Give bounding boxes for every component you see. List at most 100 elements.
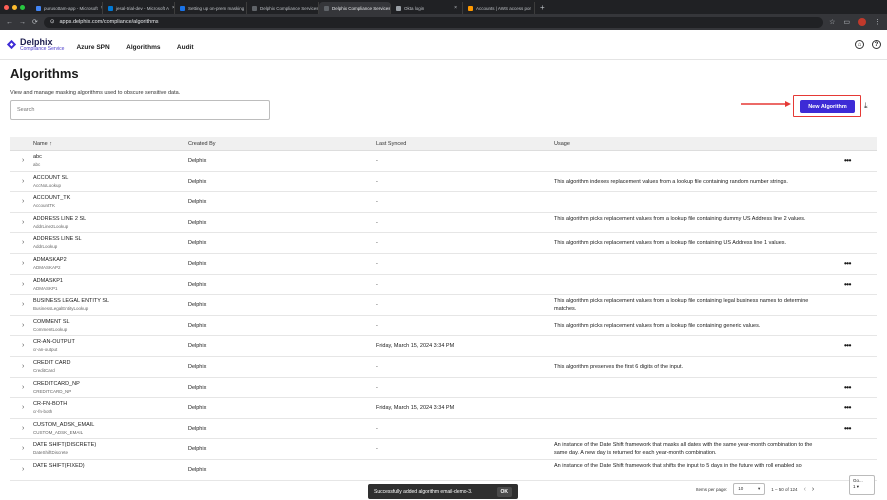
algorithm-key: AddrLine2Lookup [33, 223, 69, 229]
more-actions-icon[interactable]: ••• [844, 259, 851, 268]
more-actions-icon[interactable]: ••• [844, 403, 851, 412]
nav-azure-spn[interactable]: Azure SPN [76, 44, 109, 51]
site-info-icon[interactable]: ⊙ [50, 19, 55, 25]
sidebar-panel-icon[interactable]: ▭ [843, 18, 850, 26]
expand-row-chevron-icon[interactable]: › [22, 219, 24, 226]
table-row[interactable]: › CR-FN-BOTH cr-fn-both Delphix Friday, Marc… [10, 398, 877, 419]
expand-row-chevron-icon[interactable]: › [22, 301, 24, 308]
last-synced-cell: - [376, 178, 378, 185]
table-row[interactable]: › BUSINESS LEGAL ENTITY SL BusinessLegalEn… [10, 295, 877, 316]
forward-icon[interactable]: → [19, 19, 26, 26]
nav-algorithms[interactable]: Algorithms [126, 44, 160, 51]
browser-tab-bar: purusottam-app - Microsoft×jesal-trial-d… [0, 0, 887, 14]
expand-row-chevron-icon[interactable]: › [22, 260, 24, 267]
expand-row-chevron-icon[interactable]: › [22, 239, 24, 246]
expand-row-chevron-icon[interactable]: › [22, 425, 24, 432]
created-by-cell: Delphix [188, 466, 207, 473]
expand-row-chevron-icon[interactable]: › [22, 445, 24, 452]
expand-row-chevron-icon[interactable]: › [22, 178, 24, 185]
expand-row-chevron-icon[interactable]: › [22, 404, 24, 411]
more-actions-icon[interactable]: ••• [844, 156, 851, 165]
help-icon[interactable]: ? [872, 40, 881, 49]
expand-row-chevron-icon[interactable]: › [22, 363, 24, 370]
column-created-by-header[interactable]: Created By [188, 141, 216, 147]
account-circle-icon[interactable]: ⌂ [855, 40, 864, 49]
table-row[interactable]: › DATE SHIFT(DISCRETE) DateShiftDiscrete De… [10, 439, 877, 460]
created-by-cell: Delphix [188, 384, 207, 391]
column-name-header[interactable]: Name ↑ [33, 141, 52, 147]
more-actions-icon[interactable]: ••• [844, 383, 851, 392]
table-row[interactable]: › abc abc Delphix - ••• [10, 151, 877, 172]
browser-tab[interactable]: purusottam-app - Microsoft× [31, 2, 103, 14]
column-usage-header[interactable]: Usage [554, 141, 570, 147]
prev-page-icon[interactable]: ‹ [804, 486, 806, 493]
back-icon[interactable]: ← [6, 19, 13, 26]
more-actions-icon[interactable]: ••• [844, 424, 851, 433]
search-input[interactable] [17, 107, 263, 113]
table-row[interactable]: › CREDIT CARD CreditCard Delphix - This algor… [10, 357, 877, 378]
expand-row-chevron-icon[interactable]: › [22, 157, 24, 164]
next-page-icon[interactable]: › [812, 486, 814, 493]
new-algorithm-button[interactable]: New Algorithm [800, 100, 855, 113]
more-actions-icon[interactable]: ••• [844, 341, 851, 350]
table-row[interactable]: › ADMASKP1 ADMASKP1 Delphix - ••• [10, 275, 877, 296]
more-actions-icon[interactable]: ••• [844, 280, 851, 289]
browser-tab[interactable]: Delphix Compliance Services× [247, 2, 319, 14]
bookmark-star-icon[interactable]: ☆ [829, 18, 835, 26]
browser-tab[interactable]: Accounts | AWS access por× [463, 2, 535, 14]
expand-row-chevron-icon[interactable]: › [22, 281, 24, 288]
browser-tab[interactable]: jesal-trial-dev - Microsoft A × [103, 2, 175, 14]
reload-icon[interactable]: ⟳ [32, 18, 38, 26]
chevron-down-icon: ▾ [856, 484, 860, 490]
close-tab-icon[interactable]: × [454, 5, 457, 11]
algorithm-name: ACCOUNT SL [33, 174, 69, 181]
browser-tab[interactable]: Delphix Compliance Services× [319, 2, 391, 14]
new-tab-button[interactable]: + [535, 3, 545, 12]
algorithm-name: abc [33, 154, 42, 160]
table-row[interactable]: › ADMASKAP2 ADMASKAP2 Delphix - ••• [10, 254, 877, 275]
delphix-logo[interactable]: Delphix Compliance Service [6, 37, 64, 52]
close-window-icon[interactable] [4, 4, 9, 10]
algorithm-name: CR-AN-OUTPUT [33, 339, 75, 346]
expand-row-chevron-icon[interactable]: › [22, 322, 24, 329]
delphix-logo-icon [6, 39, 17, 50]
go-to-page-select[interactable]: Go... 1 ▾ [849, 475, 875, 495]
toast-ok-button[interactable]: OK [496, 486, 512, 497]
last-synced-cell: - [376, 425, 378, 432]
algorithm-key: CREDITCARD_NP [33, 388, 72, 394]
table-row[interactable]: › CUSTOM_ADSK_EMAIL CUSTOM_ADSK_EMAIL Delph… [10, 419, 877, 440]
created-by-cell: Delphix [188, 302, 207, 309]
minimize-window-icon[interactable] [12, 4, 17, 10]
expand-row-chevron-icon[interactable]: › [22, 198, 24, 205]
nav-audit[interactable]: Audit [177, 44, 194, 51]
table-row[interactable]: › COMMENT SL CommentLookup Delphix - This alg… [10, 316, 877, 337]
table-row[interactable]: › ADDRESS LINE 2 SL AddrLine2Lookup Delphix… [10, 213, 877, 234]
browser-profile-avatar[interactable] [858, 18, 866, 26]
usage-cell: This algorithm indexes replacement value… [554, 178, 788, 185]
browser-tab[interactable]: Setting up on-prem masking× [175, 2, 247, 14]
table-row[interactable]: › ACCOUNT_TK AccountTK Delphix - [10, 192, 877, 213]
column-last-synced-header[interactable]: Last Synced [376, 141, 406, 147]
maximize-window-icon[interactable] [20, 4, 25, 10]
last-synced-cell: - [376, 384, 378, 391]
algorithm-key: cr-an-output [33, 347, 58, 353]
algorithm-name: CR-FN-BOTH [33, 401, 68, 408]
table-row[interactable]: › DATE SHIFT(FIXED) Delphix An instance of … [10, 460, 877, 481]
expand-row-chevron-icon[interactable]: › [22, 466, 24, 473]
algorithm-key: CreditCard [33, 367, 55, 373]
table-row[interactable]: › CREDITCARD_NP CREDITCARD_NP Delphix - ••• [10, 378, 877, 399]
table-row[interactable]: › ADDRESS LINE SL AddrLookup Delphix - This a… [10, 233, 877, 254]
search-field[interactable] [10, 100, 270, 120]
table-row[interactable]: › CR-AN-OUTPUT cr-an-output Delphix Friday, … [10, 336, 877, 357]
address-bar[interactable]: ⊙ apps.delphix.com/compliance/algorithms [43, 16, 824, 28]
expand-row-chevron-icon[interactable]: › [22, 384, 24, 391]
browser-tab[interactable]: Okta login × [391, 2, 463, 14]
expand-row-chevron-icon[interactable]: › [22, 342, 24, 349]
toast-message: Successfully added algorithm email-demo-… [374, 488, 473, 495]
algorithm-key: CUSTOM_ADSK_EMAIL [33, 429, 84, 435]
browser-menu-icon[interactable]: ⋮ [874, 18, 881, 26]
download-icon[interactable]: ⤓ [864, 101, 868, 111]
items-per-page-select[interactable]: 10 ▾ [733, 483, 766, 495]
window-controls[interactable] [0, 4, 31, 10]
table-row[interactable]: › ACCOUNT SL AccNoLookup Delphix - This algor… [10, 172, 877, 193]
